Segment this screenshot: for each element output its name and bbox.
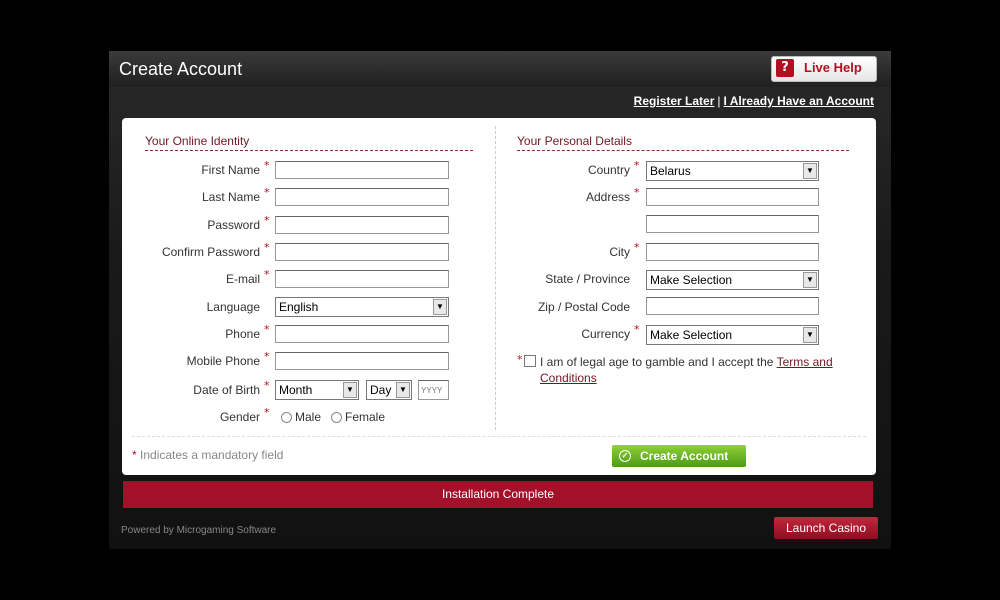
already-have-account-link[interactable]: I Already Have an Account xyxy=(724,94,875,108)
required-marker: * xyxy=(634,323,640,336)
first-name-label: First Name xyxy=(201,163,260,177)
last-name-input[interactable] xyxy=(275,188,449,206)
confirm-password-input[interactable] xyxy=(275,243,449,261)
state-province-select[interactable]: Make Selection ▼ xyxy=(646,270,819,290)
email-input[interactable] xyxy=(275,270,449,288)
gender-male-radio[interactable] xyxy=(281,412,292,423)
mandatory-note-text: Indicates a mandatory field xyxy=(140,448,284,462)
installation-status-bar: Installation Complete xyxy=(123,481,873,508)
country-value: Belarus xyxy=(650,164,691,178)
registration-form: Your Online Identity First Name * Last N… xyxy=(122,118,876,475)
title-bar: Create Account ? Live Help xyxy=(109,51,891,87)
country-label: Country xyxy=(587,163,630,177)
link-separator: | xyxy=(717,94,721,108)
country-select[interactable]: Belarus ▼ xyxy=(646,161,819,181)
personal-details-title: Your Personal Details xyxy=(517,134,849,151)
mobile-phone-label: Mobile Phone xyxy=(186,354,260,368)
language-select[interactable]: English ▼ xyxy=(275,297,449,317)
register-later-link[interactable]: Register Later xyxy=(634,94,715,108)
first-name-input[interactable] xyxy=(275,161,449,179)
online-identity-title: Your Online Identity xyxy=(145,134,473,151)
birth-day-select[interactable]: Day ▼ xyxy=(366,380,412,400)
create-account-button[interactable]: ✓ Create Account xyxy=(612,445,746,467)
live-help-label: Live Help xyxy=(804,60,862,75)
currency-value: Make Selection xyxy=(650,328,733,342)
required-marker: * xyxy=(264,186,270,199)
gender-female-radio[interactable] xyxy=(331,412,342,423)
mobile-phone-input[interactable] xyxy=(275,352,449,370)
date-of-birth-label: Date of Birth xyxy=(193,383,260,397)
chevron-down-icon: ▼ xyxy=(803,327,817,343)
live-help-button[interactable]: ? Live Help xyxy=(771,56,877,82)
zip-postal-input[interactable] xyxy=(646,297,819,315)
chevron-down-icon: ▼ xyxy=(396,382,410,398)
password-input[interactable] xyxy=(275,216,449,234)
terms-statement: I am of legal age to gamble and I accept… xyxy=(540,355,777,369)
powered-by-text: Powered by Microgaming Software xyxy=(121,525,277,536)
required-marker: * xyxy=(264,268,270,281)
zip-postal-label: Zip / Postal Code xyxy=(537,300,630,314)
gender-male-label: Male xyxy=(295,410,322,424)
required-marker: * xyxy=(264,379,270,392)
chevron-down-icon: ▼ xyxy=(803,272,817,288)
birth-year-input[interactable] xyxy=(418,380,449,400)
phone-input[interactable] xyxy=(275,325,449,343)
mandatory-note: * Indicates a mandatory field xyxy=(132,448,283,462)
currency-select[interactable]: Make Selection ▼ xyxy=(646,325,819,345)
birth-month-value: Month xyxy=(279,383,313,397)
required-marker: * xyxy=(517,353,523,366)
required-marker: * xyxy=(264,323,270,336)
city-label: City xyxy=(609,245,630,259)
currency-label: Currency xyxy=(581,327,630,341)
chevron-down-icon: ▼ xyxy=(803,163,817,179)
email-label: E-mail xyxy=(225,272,260,286)
terms-text: I am of legal age to gamble and I accept… xyxy=(540,354,856,386)
help-question-icon: ? xyxy=(776,59,794,77)
address-line2-input[interactable] xyxy=(646,215,819,233)
form-footer-divider xyxy=(132,436,866,437)
phone-label: Phone xyxy=(225,327,260,341)
state-province-label: State / Province xyxy=(545,272,630,286)
required-marker: * xyxy=(634,241,640,254)
window-title: Create Account xyxy=(119,59,243,79)
section-divider xyxy=(495,126,496,430)
required-marker: * xyxy=(264,350,270,363)
check-circle-icon: ✓ xyxy=(619,450,631,462)
create-account-label: Create Account xyxy=(640,449,729,463)
city-input[interactable] xyxy=(646,243,819,261)
chevron-down-icon: ▼ xyxy=(343,382,357,398)
required-marker: * xyxy=(264,241,270,254)
last-name-label: Last Name xyxy=(201,190,260,204)
language-label: Language xyxy=(206,300,260,314)
state-province-value: Make Selection xyxy=(650,273,733,287)
confirm-password-label: Confirm Password xyxy=(161,245,260,259)
required-marker: * xyxy=(132,448,137,462)
account-links: Register Later | I Already Have an Account xyxy=(634,94,874,108)
address-line1-input[interactable] xyxy=(646,188,819,206)
required-marker: * xyxy=(264,214,270,227)
gender-label: Gender xyxy=(219,410,260,424)
required-marker: * xyxy=(634,186,640,199)
gender-female-label: Female xyxy=(345,410,386,424)
required-marker: * xyxy=(264,406,270,419)
language-value: English xyxy=(279,300,319,314)
birth-month-select[interactable]: Month ▼ xyxy=(275,380,359,400)
create-account-window: Create Account ? Live Help Register Late… xyxy=(109,51,891,549)
launch-casino-button[interactable]: Launch Casino xyxy=(774,517,878,539)
required-marker: * xyxy=(264,159,270,172)
birth-day-value: Day xyxy=(370,383,392,397)
required-marker: * xyxy=(634,159,640,172)
password-label: Password xyxy=(207,218,260,232)
address-label: Address xyxy=(585,190,630,204)
terms-checkbox[interactable] xyxy=(524,355,536,367)
chevron-down-icon: ▼ xyxy=(433,299,447,315)
